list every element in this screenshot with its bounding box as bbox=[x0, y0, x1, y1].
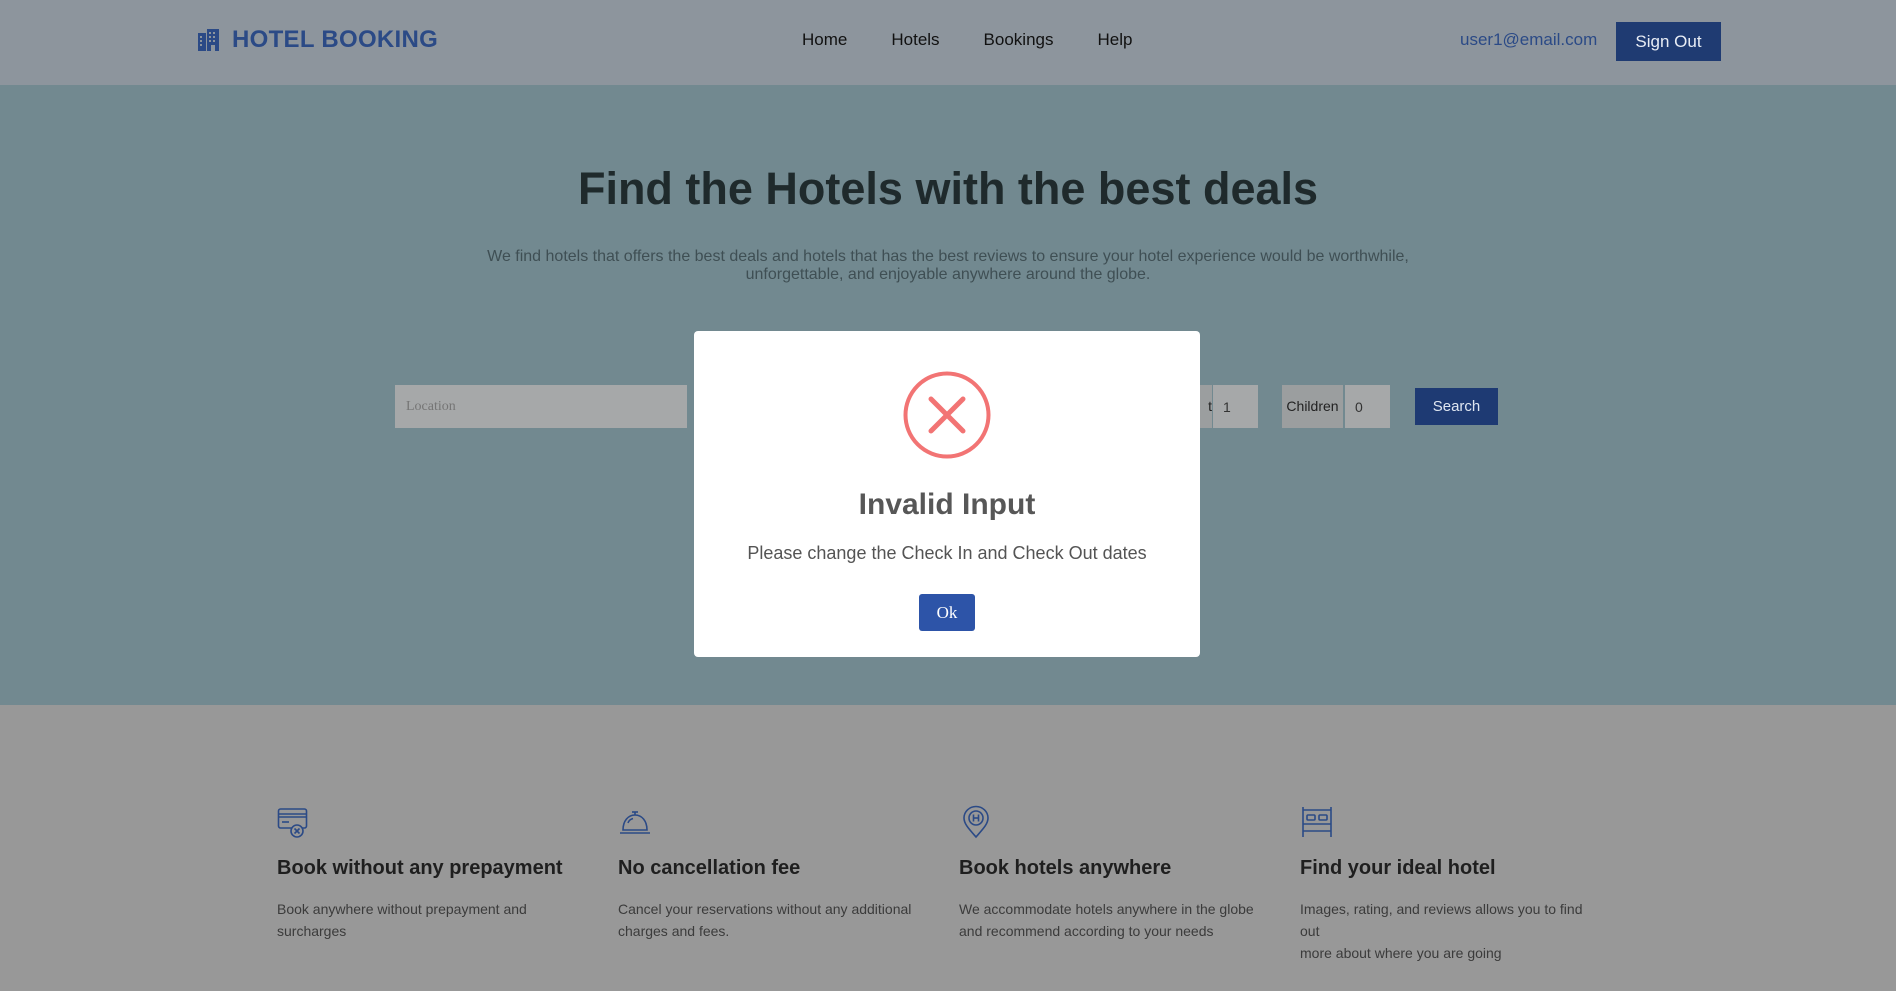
hero-subtitle-line-1: We find hotels that offers the best deal… bbox=[487, 248, 1409, 265]
feature-title: No cancellation fee bbox=[618, 857, 801, 879]
location-input[interactable] bbox=[395, 385, 687, 428]
ok-button[interactable]: Ok bbox=[919, 594, 975, 631]
children-input[interactable] bbox=[1345, 385, 1390, 428]
feature-description-line-2: and recommend according to your needs bbox=[959, 923, 1214, 939]
feature-anywhere: Book hotels anywhere We accommodate hote… bbox=[959, 805, 1259, 942]
brand[interactable]: HOTEL BOOKING bbox=[196, 26, 438, 54]
top-navbar: HOTEL BOOKING Home Hotels Bookings Help … bbox=[0, 0, 1896, 85]
feature-description-line-1: Book anywhere without prepayment and bbox=[277, 901, 527, 917]
nav-links: Home Hotels Bookings Help bbox=[802, 30, 1132, 50]
feature-prepayment: Book without any prepayment Book anywher… bbox=[277, 805, 577, 942]
bed-icon bbox=[1302, 807, 1332, 837]
feature-description: Images, rating, and reviews allows you t… bbox=[1300, 898, 1600, 964]
feature-title: Find your ideal hotel bbox=[1300, 857, 1496, 879]
dialog-message: Please change the Check In and Check Out… bbox=[747, 543, 1147, 563]
hotel-pin-icon bbox=[963, 805, 989, 839]
feature-description: Book anywhere without prepayment and sur… bbox=[277, 898, 577, 942]
error-dialog: Invalid Input Please change the Check In… bbox=[694, 331, 1200, 657]
adults-input[interactable] bbox=[1213, 385, 1258, 428]
feature-description-line-1: We accommodate hotels anywhere in the gl… bbox=[959, 901, 1254, 917]
building-icon bbox=[198, 29, 219, 51]
error-x-icon bbox=[903, 371, 991, 459]
feature-description-line-1: Images, rating, and reviews allows you t… bbox=[1300, 901, 1583, 939]
features-section: Book without any prepayment Book anywher… bbox=[0, 705, 1896, 991]
service-bell-icon bbox=[620, 811, 650, 834]
brand-title: HOTEL BOOKING bbox=[232, 26, 439, 53]
nav-link-hotels[interactable]: Hotels bbox=[891, 30, 939, 50]
feature-description-line-1: Cancel your reservations without any add… bbox=[618, 901, 912, 917]
nav-link-help[interactable]: Help bbox=[1097, 30, 1132, 50]
children-label: Children bbox=[1282, 385, 1343, 428]
page: HOTEL BOOKING Home Hotels Bookings Help … bbox=[0, 0, 1896, 991]
feature-description-line-2: surcharges bbox=[277, 923, 347, 939]
sign-out-button[interactable]: Sign Out bbox=[1616, 22, 1721, 61]
hero-title: Find the Hotels with the best deals bbox=[577, 163, 1319, 214]
credit-card-icon bbox=[277, 808, 308, 838]
hero-subtitle-line-2: unforgettable, and enjoyable anywhere ar… bbox=[745, 266, 1151, 283]
feature-title: Book without any prepayment bbox=[277, 857, 563, 879]
feature-description: Cancel your reservations without any add… bbox=[618, 898, 918, 942]
hero-subtitle: We find hotels that offers the best deal… bbox=[480, 248, 1416, 284]
search-button[interactable]: Search bbox=[1415, 388, 1498, 425]
feature-description-line-2: more about where you are going bbox=[1300, 945, 1502, 961]
feature-ideal-hotel: Find your ideal hotel Images, rating, an… bbox=[1300, 805, 1600, 964]
nav-link-bookings[interactable]: Bookings bbox=[984, 30, 1054, 50]
feature-title: Book hotels anywhere bbox=[959, 857, 1172, 879]
feature-description-line-2: charges and fees. bbox=[618, 923, 730, 939]
feature-description: We accommodate hotels anywhere in the gl… bbox=[959, 898, 1259, 942]
nav-link-home[interactable]: Home bbox=[802, 30, 847, 50]
user-email: user1@email.com bbox=[1460, 30, 1598, 49]
feature-cancellation: No cancellation fee Cancel your reservat… bbox=[618, 805, 918, 942]
dialog-title: Invalid Input bbox=[858, 488, 1036, 521]
